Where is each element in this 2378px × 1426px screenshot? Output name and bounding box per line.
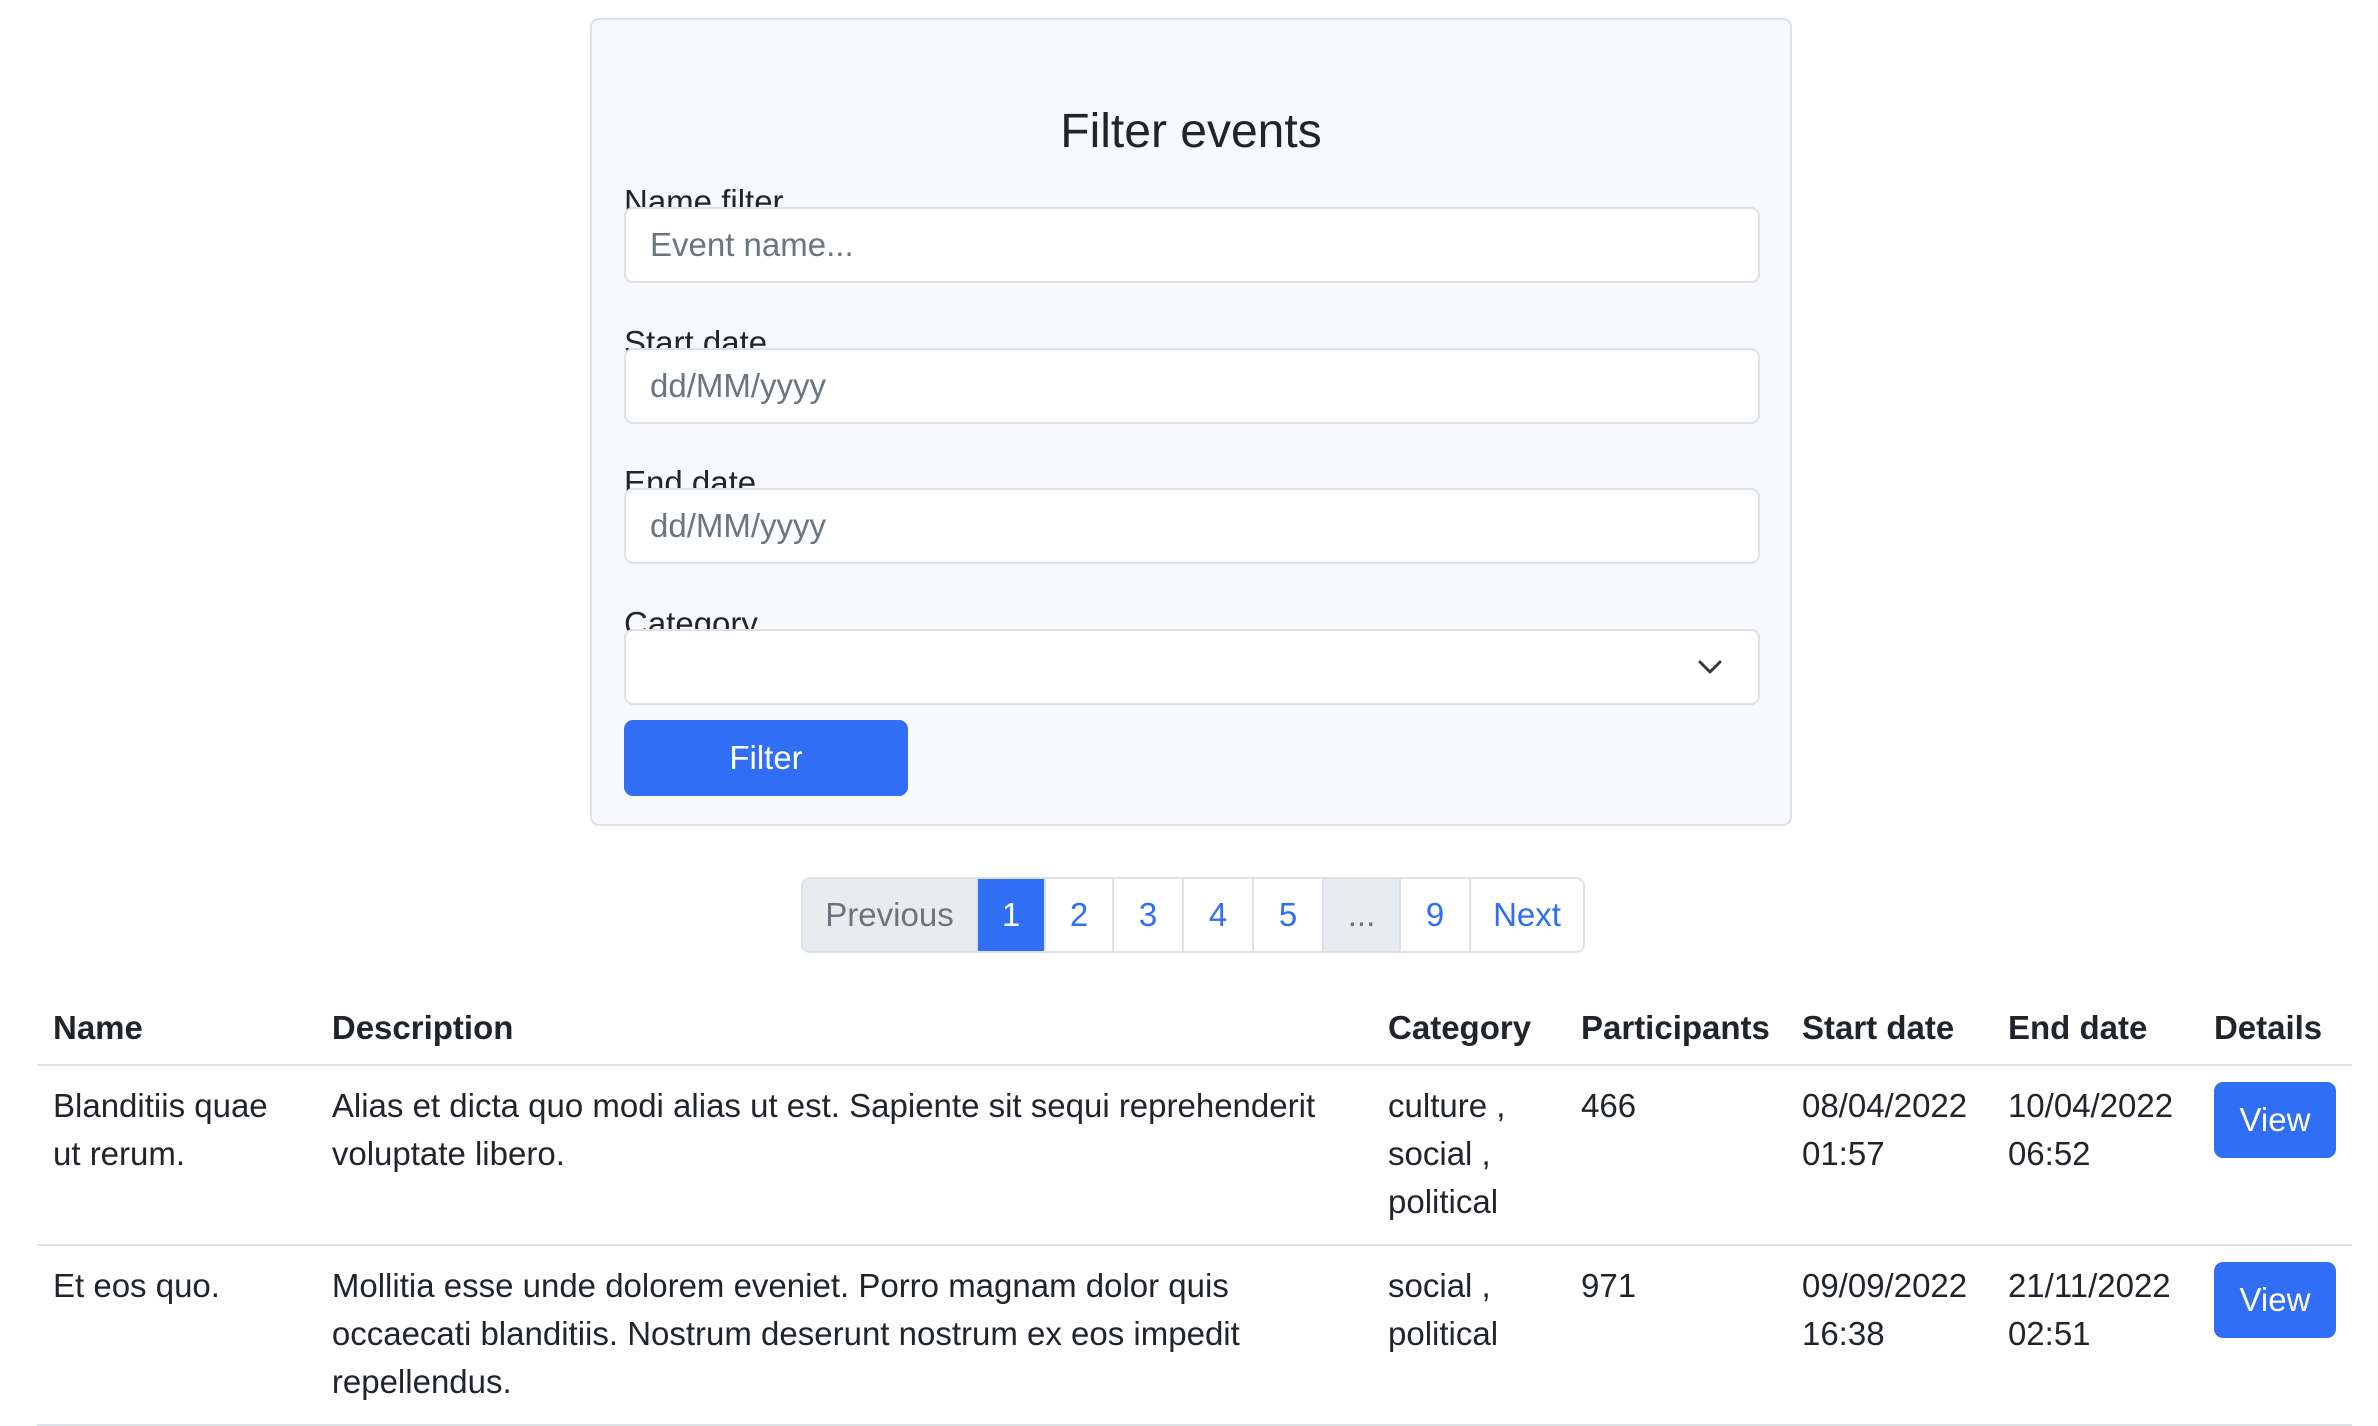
category-tag: political <box>1388 1315 1499 1352</box>
filter-title: Filter events <box>1060 105 1322 158</box>
end-time-value: 06:52 <box>2007 1135 2091 1172</box>
event-start-date: 08/04/2022 01:57 <box>1785 1065 1992 1246</box>
column-header-name: Name <box>37 990 316 1066</box>
start-date-input[interactable] <box>624 348 1760 424</box>
event-start-date: 09/09/2022 16:38 <box>1785 1245 1992 1426</box>
end-time-value: 02:51 <box>2007 1315 2091 1352</box>
pagination-page-2[interactable]: 2 <box>1044 879 1112 951</box>
view-button[interactable]: View <box>2213 1082 2336 1158</box>
name-filter-input[interactable] <box>624 207 1760 283</box>
end-date-value: 10/04/2022 <box>2007 1087 2174 1124</box>
event-name: Blanditiis quae ut rerum. <box>37 1065 316 1246</box>
event-description: Alias et dicta quo modi alias ut est. Sa… <box>315 1065 1373 1246</box>
event-category: culture , social , political <box>1372 1065 1565 1246</box>
event-category: social , political <box>1372 1245 1565 1426</box>
event-end-date: 10/04/2022 06:52 <box>1991 1065 2198 1246</box>
category-tag: social , <box>1388 1135 1491 1172</box>
event-participants: 466 <box>1564 1065 1786 1246</box>
event-end-date: 21/11/2022 02:51 <box>1991 1245 2198 1426</box>
pagination-page-4[interactable]: 4 <box>1182 879 1252 951</box>
category-tag: culture , <box>1388 1087 1506 1124</box>
event-description: Mollitia esse unde dolorem eveniet. Porr… <box>315 1245 1373 1426</box>
event-name: Et eos quo. <box>37 1245 316 1426</box>
pagination-page-3[interactable]: 3 <box>1112 879 1182 951</box>
column-header-category: Category <box>1372 990 1565 1066</box>
category-select[interactable] <box>624 629 1760 705</box>
pagination-next[interactable]: Next <box>1469 879 1583 951</box>
filter-events-card: Filter events Name filter Start date End… <box>590 18 1792 826</box>
start-date-value: 09/09/2022 <box>1801 1267 1968 1304</box>
table-row: Blanditiis quae ut rerum. Alias et dicta… <box>37 1065 2352 1246</box>
end-date-value: 21/11/2022 <box>2007 1267 2171 1304</box>
column-header-participants: Participants <box>1564 990 1786 1066</box>
pagination-page-9[interactable]: 9 <box>1399 879 1469 951</box>
pagination: Previous 1 2 3 4 5 ... 9 Next <box>801 877 1585 953</box>
pagination-previous[interactable]: Previous <box>803 879 976 951</box>
event-details: View <box>2197 1065 2352 1246</box>
end-date-input[interactable] <box>624 488 1760 564</box>
table-row: Et eos quo. Mollitia esse unde dolorem e… <box>37 1245 2352 1426</box>
pagination-ellipsis: ... <box>1322 879 1399 951</box>
start-time-value: 16:38 <box>1801 1315 1885 1352</box>
table-header-row: Name Description Category Participants S… <box>37 990 2352 1066</box>
pagination-page-5[interactable]: 5 <box>1252 879 1322 951</box>
filter-button[interactable]: Filter <box>624 720 908 796</box>
view-button[interactable]: View <box>2213 1262 2336 1338</box>
column-header-start-date: Start date <box>1785 990 1992 1066</box>
start-time-value: 01:57 <box>1801 1135 1885 1172</box>
event-participants: 971 <box>1564 1245 1786 1426</box>
chevron-down-icon <box>1698 660 1722 674</box>
events-table: Name Description Category Participants S… <box>37 990 2352 1426</box>
start-date-value: 08/04/2022 <box>1801 1087 1968 1124</box>
column-header-details: Details <box>2197 990 2352 1066</box>
pagination-page-1[interactable]: 1 <box>976 879 1044 951</box>
category-tag: social , <box>1388 1267 1491 1304</box>
column-header-end-date: End date <box>1991 990 2198 1066</box>
category-tag: political <box>1388 1183 1499 1220</box>
event-details: View <box>2197 1245 2352 1426</box>
column-header-description: Description <box>315 990 1373 1066</box>
